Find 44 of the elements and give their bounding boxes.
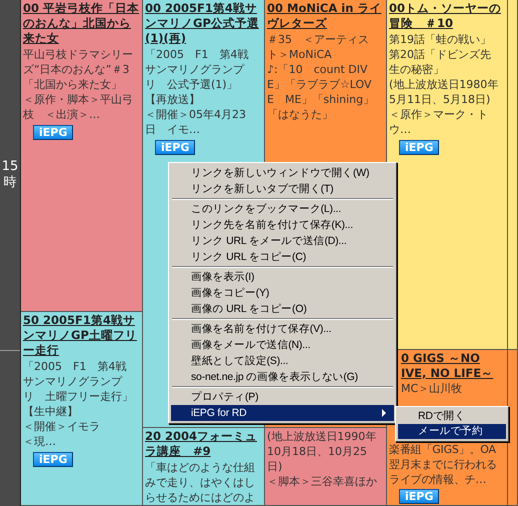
program-description: 第19話「蛙の戦い」 — [389, 32, 492, 47]
program-description: (地上波放送日1990年10月18日、10月25日) — [267, 429, 378, 474]
menu-item[interactable]: 画像をメールで送信(N)... — [171, 337, 394, 353]
menu-item[interactable]: 画像を表示(I) — [171, 269, 394, 285]
program-description: ＜脚本＞三谷幸喜ほか — [267, 474, 378, 489]
program-title[interactable]: 50 2005F1第4戦サンマリノGP土曜フリー走行 — [23, 313, 142, 358]
program-description: 【生中継】 — [23, 404, 79, 419]
menu-item[interactable]: このリンクをブックマーク(L)... — [171, 201, 394, 217]
program-description: 「車はどのような仕組みで走り、はやくはしらせるためにはどのよ — [145, 460, 256, 505]
program-title[interactable]: 0 GIGS ～NO IVE, NO LIFE～ — [401, 351, 507, 380]
program-description: ＜開催＞イモラ — [23, 419, 101, 434]
program-title[interactable]: 00トム・ソーヤーの冒険 ＃10 — [389, 1, 507, 31]
program-title[interactable]: 20 2004フォーミュラ講座 #9 — [145, 429, 264, 459]
program-description: 平山弓枝ドラマシリーズ“日本のおんな”＃3「北国から来た女」 — [23, 47, 134, 92]
program-description: 楽番組「GIGS」。OA翌月末までに行われるライブの情報、チ… — [389, 442, 498, 487]
submenu-arrow-icon — [382, 409, 386, 417]
program-description: 第20話「ドビンズ先生の秘密」 — [389, 47, 492, 77]
menu-item[interactable]: リンクを新しいタブで開く(T) — [171, 181, 394, 197]
program-description: (地上波放送日1980年5月11日、5月18日)＜原作＞マーク・トウ… — [389, 77, 500, 137]
menu-item[interactable]: so-net.ne.jp の画像を表示しない(G) — [171, 369, 394, 385]
program-description: ＜現… — [23, 434, 57, 449]
program-description: 「2005 F1 第4戦サンマリノグランプリ 公式予選(1)」【再放送】 — [145, 47, 250, 107]
program-description: ＜開催＞05年4月23日 イモ… — [145, 107, 247, 137]
program-description: ♪:「10 count DIVE」「ラブラブ☆LOVE ME」「shining」「はなうた」 — [267, 62, 376, 122]
menu-item[interactable]: メールで予約 — [398, 424, 506, 439]
menu-item[interactable]: プロパティ(P) — [171, 389, 394, 405]
menu-item[interactable]: リンク URL をコピー(C) — [171, 249, 394, 265]
menu-item[interactable]: 画像をコピー(Y) — [171, 285, 394, 301]
menu-item[interactable]: RDで開く — [398, 409, 506, 424]
menu-item[interactable]: 画像の URL をコピー(O) — [171, 301, 394, 317]
menu-item[interactable]: リンク先を名前を付けて保存(K)... — [171, 217, 394, 233]
program-description: ＃35 ＜アーティスト＞MoNiCA — [267, 32, 370, 62]
menu-item[interactable]: iEPG for RD — [171, 405, 394, 421]
menu-item[interactable]: 壁紙として設定(S)... — [171, 353, 394, 369]
menu-item[interactable]: リンク URL をメールで送信(D)... — [171, 233, 394, 249]
program-description: MC＞山川牧 — [401, 381, 464, 396]
program-title[interactable]: 00 2005F1第4戦サンマリノGP公式予選(1)(再) — [145, 1, 264, 46]
program-title[interactable]: 00 MoNiCA in ライヴレターズ — [267, 1, 386, 31]
menu-item[interactable]: リンクを新しいウィンドウで開く(W) — [171, 165, 394, 181]
program-title[interactable]: 00 平岩弓枝作「日本のおんな」北国から来た女 — [23, 1, 142, 46]
menu-item[interactable]: 画像を名前を付けて保存(V)... — [171, 321, 394, 337]
hour-label: 15 時 — [1, 159, 19, 191]
program-description: 「2005 F1 第4戦サンマリノグランプリ 土曜フリー走行」 — [23, 359, 134, 404]
program-description: ＜原作・脚本＞平山弓枝 ＜出演＞… — [23, 92, 134, 122]
